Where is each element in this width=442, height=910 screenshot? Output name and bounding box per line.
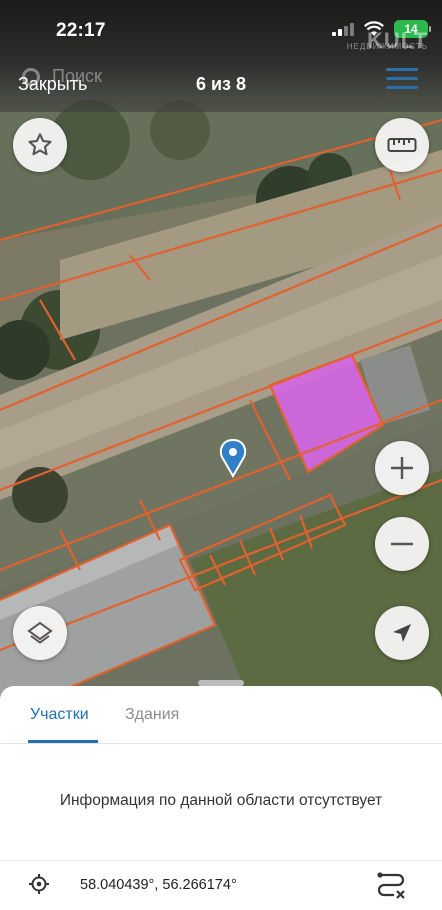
layers-icon: [27, 621, 53, 644]
locate-arrow-icon: [393, 624, 411, 642]
watermark-subtitle: НЕДВИЖИМОСТЬ: [346, 42, 428, 51]
measure-button[interactable]: [375, 118, 429, 172]
sheet-tabs: Участки Здания: [0, 686, 442, 744]
tab-parcels[interactable]: Участки: [30, 706, 89, 724]
favorite-button[interactable]: [13, 118, 67, 172]
close-button[interactable]: Закрыть: [18, 74, 87, 95]
zoom-in-button[interactable]: [375, 441, 429, 495]
zoom-in-icon: [391, 457, 413, 479]
route-icon[interactable]: [374, 869, 408, 901]
zoom-out-button[interactable]: [375, 517, 429, 571]
map-view[interactable]: 22:17 14 KULT НЕДВИЖИМОСТЬ Поиск Закрыть…: [0, 0, 442, 700]
menu-icon[interactable]: [386, 68, 418, 90]
cellular-signal-icon: [332, 22, 354, 36]
my-location-button[interactable]: [375, 606, 429, 660]
zoom-out-icon: [391, 542, 413, 546]
info-sheet: Участки Здания Информация по данной обла…: [0, 680, 442, 910]
status-time: 22:17: [56, 20, 106, 41]
tab-buildings[interactable]: Здания: [125, 706, 179, 724]
divider: [0, 743, 442, 744]
crosshair-icon: [29, 874, 49, 894]
layers-button[interactable]: [13, 606, 67, 660]
ruler-icon: [387, 138, 417, 152]
no-data-message: Информация по данной области отсутствует: [59, 792, 383, 809]
coordinates-value[interactable]: 58.040439°, 56.266174°: [80, 877, 237, 893]
coordinates-row: 58.040439°, 56.266174°: [0, 861, 442, 909]
star-icon: [28, 133, 52, 156]
